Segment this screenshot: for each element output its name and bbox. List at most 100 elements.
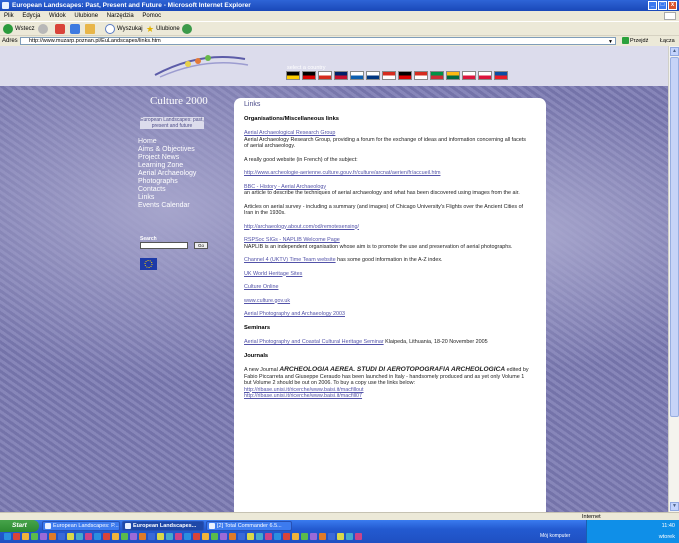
seminar-link[interactable]: Aerial Photography and Coastal Cultural … — [244, 339, 384, 345]
menu-tools[interactable]: Narzędzia — [107, 13, 134, 19]
links-button[interactable]: Łącza — [660, 36, 675, 46]
quick-launch-icon[interactable] — [67, 533, 74, 540]
country-flag-1[interactable] — [286, 71, 300, 80]
nav-photographs[interactable]: Photographs — [138, 178, 208, 186]
quick-launch-icon[interactable] — [40, 533, 47, 540]
culture-gov-link[interactable]: www.culture.gov.uk — [244, 298, 290, 304]
go-button[interactable]: Przejdź — [622, 37, 648, 45]
task-button-1[interactable]: European Landscapes: P... — [42, 521, 120, 531]
minimize-button[interactable]: _ — [648, 1, 657, 10]
back-button[interactable]: Wstecz — [3, 24, 35, 34]
quick-launch-icon[interactable] — [283, 533, 290, 540]
quick-launch-icon[interactable] — [310, 533, 317, 540]
task-button-2[interactable]: European Landscapes... — [122, 521, 204, 531]
quick-launch-icon[interactable] — [58, 533, 65, 540]
search-button[interactable]: Wyszukaj — [105, 24, 143, 34]
vertical-scrollbar[interactable]: ▲ ▼ — [668, 46, 679, 512]
country-flag-8[interactable] — [398, 71, 412, 80]
quick-launch-icon[interactable] — [292, 533, 299, 540]
scroll-thumb[interactable] — [670, 57, 679, 417]
refresh-button[interactable] — [70, 24, 80, 34]
journal-link-1[interactable]: http://ribase.unisi.it/ricerche/www.bais… — [244, 387, 364, 393]
menu-view[interactable]: Widok — [49, 13, 66, 19]
country-flag-5[interactable] — [350, 71, 364, 80]
quick-launch-icon[interactable] — [211, 533, 218, 540]
site-search-input[interactable] — [140, 242, 188, 249]
culture-online-link[interactable]: Culture Online — [244, 284, 278, 290]
quick-launch-icon[interactable] — [202, 533, 209, 540]
nav-events-calendar[interactable]: Events Calendar — [138, 202, 208, 210]
nav-contacts[interactable]: Contacts — [138, 186, 208, 194]
country-flag-12[interactable] — [462, 71, 476, 80]
country-flag-2[interactable] — [302, 71, 316, 80]
country-flag-3[interactable] — [318, 71, 332, 80]
quick-launch-icon[interactable] — [157, 533, 164, 540]
country-flag-14[interactable] — [494, 71, 508, 80]
quick-launch-icon[interactable] — [229, 533, 236, 540]
nav-home[interactable]: Home — [138, 138, 208, 146]
stop-button[interactable] — [55, 24, 65, 34]
quick-launch-icon[interactable] — [130, 533, 137, 540]
menu-help[interactable]: Pomoc — [142, 13, 161, 19]
country-flag-4[interactable] — [334, 71, 348, 80]
site-search-go-button[interactable]: Go — [194, 242, 208, 249]
country-flag-7[interactable] — [382, 71, 396, 80]
quick-launch-icon[interactable] — [319, 533, 326, 540]
clock[interactable]: 11:40 — [662, 523, 675, 529]
unesco-link[interactable]: UK World Heritage Sites — [244, 271, 302, 277]
menu-file[interactable]: Plik — [4, 13, 14, 19]
quick-launch-icon[interactable] — [256, 533, 263, 540]
quick-launch-icon[interactable] — [346, 533, 353, 540]
favorites-button[interactable]: ★ Ulubione — [146, 24, 180, 34]
country-flag-10[interactable] — [430, 71, 444, 80]
bbc-link[interactable]: BBC - History - Aerial Archaeology — [244, 184, 326, 190]
start-button[interactable]: Start — [0, 520, 39, 532]
home-button[interactable] — [85, 24, 95, 34]
scroll-up-icon[interactable]: ▲ — [670, 47, 679, 56]
country-flag-6[interactable] — [366, 71, 380, 80]
quick-launch-icon[interactable] — [94, 533, 101, 540]
quick-launch-icon[interactable] — [274, 533, 281, 540]
history-button[interactable] — [182, 24, 192, 34]
nav-links[interactable]: Links — [138, 194, 208, 202]
my-computer-toolbar[interactable]: Mój komputer — [540, 533, 570, 539]
window-titlebar[interactable]: European Landscapes: Past, Present and F… — [0, 0, 679, 11]
aarg-link[interactable]: Aerial Archaeological Research Group — [244, 130, 335, 136]
nav-learning-zone[interactable]: Learning Zone — [138, 162, 208, 170]
quick-launch-icon[interactable] — [49, 533, 56, 540]
quick-launch-icon[interactable] — [247, 533, 254, 540]
quick-launch-icon[interactable] — [220, 533, 227, 540]
maximize-button[interactable]: □ — [658, 1, 667, 10]
country-flag-11[interactable] — [446, 71, 460, 80]
quick-launch-icon[interactable] — [85, 533, 92, 540]
quick-launch-icon[interactable] — [103, 533, 110, 540]
country-flag-9[interactable] — [414, 71, 428, 80]
quick-launch-icon[interactable] — [121, 533, 128, 540]
quick-launch-icon[interactable] — [328, 533, 335, 540]
rspsoc-link[interactable]: RSPSoc SIGs - NAPLIB Welcome Page — [244, 237, 340, 243]
quick-launch-icon[interactable] — [4, 533, 11, 540]
nav-aims[interactable]: Aims & Objectives — [138, 146, 208, 154]
menu-edit[interactable]: Edycja — [22, 13, 40, 19]
task-button-3[interactable]: [2] Total Commander 6.5... — [206, 521, 292, 531]
ch4-link[interactable]: Channel 4 (UKTV) Time Team website — [244, 257, 336, 263]
quick-launch-icon[interactable] — [193, 533, 200, 540]
aerial-2003-link[interactable]: Aerial Photography and Archaeology 2003 — [244, 311, 345, 317]
quick-launch-icon[interactable] — [148, 533, 155, 540]
quick-launch-icon[interactable] — [112, 533, 119, 540]
quick-launch-icon[interactable] — [175, 533, 182, 540]
nav-aerial-archaeology[interactable]: Aerial Archaeology — [138, 170, 208, 178]
forward-button[interactable] — [38, 24, 48, 34]
nav-project-news[interactable]: Project News — [138, 154, 208, 162]
quick-launch-icon[interactable] — [166, 533, 173, 540]
quick-launch-icon[interactable] — [301, 533, 308, 540]
journal-link-2[interactable]: http://ribase.unisi.it/ricerche/www.bais… — [244, 393, 362, 399]
scroll-down-icon[interactable]: ▼ — [670, 502, 679, 511]
about-link[interactable]: http://archaeology.about.com/od/remotese… — [244, 224, 359, 230]
quick-launch-icon[interactable] — [184, 533, 191, 540]
country-flag-13[interactable] — [478, 71, 492, 80]
quick-launch-icon[interactable] — [265, 533, 272, 540]
address-input[interactable]: http://www.muzarp.poznan.pl/EuLandscapes… — [20, 37, 616, 45]
menu-favorites[interactable]: Ulubione — [74, 13, 98, 19]
quick-launch-icon[interactable] — [337, 533, 344, 540]
